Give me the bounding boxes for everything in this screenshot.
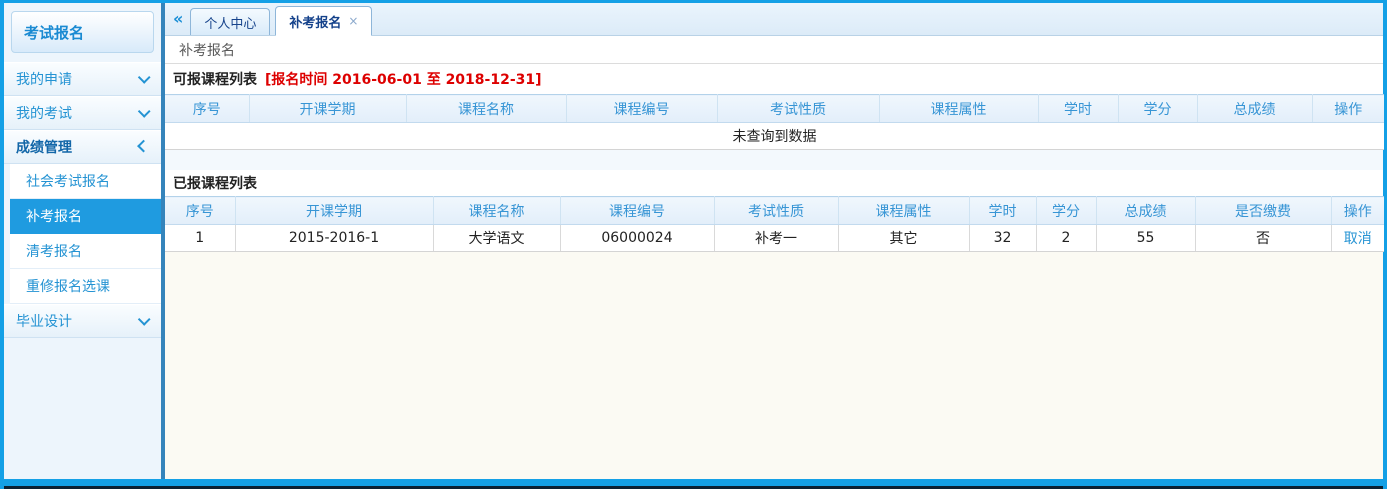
column-header: 学时: [969, 197, 1036, 225]
sidebar-subitem-label: 清考报名: [26, 241, 82, 261]
column-header: 考试性质: [717, 95, 879, 123]
available-courses-section-header: 可报课程列表 [报名时间 2016-06-01 至 2018-12-31]: [165, 64, 1383, 94]
cell-course-name: 大学语文: [433, 225, 560, 252]
sidebar-subitem-label: 重修报名选课: [26, 276, 110, 296]
section-title: 可报课程列表: [173, 69, 257, 89]
table-header-row: 序号 开课学期 课程名称 课程编号 考试性质 课程属性 学时 学分 总成绩 是否…: [165, 197, 1384, 225]
app-window: 考试报名 我的申请 我的考试 成绩管理 社会考试报名 补考报名: [0, 0, 1387, 489]
cell-course-attr: 其它: [838, 225, 969, 252]
cancel-registration-link[interactable]: 取消: [1344, 231, 1372, 247]
column-header: 开课学期: [235, 197, 433, 225]
chevron-down-icon: [138, 313, 151, 326]
page-title-bar: 补考报名: [165, 36, 1383, 64]
section-title: 已报课程列表: [173, 173, 257, 193]
cell-total-score: 55: [1096, 225, 1195, 252]
sidebar-item-my-applications[interactable]: 我的申请: [4, 62, 161, 96]
sidebar-title: 考试报名: [11, 11, 154, 53]
column-header: 学分: [1036, 197, 1096, 225]
column-header: 操作: [1312, 95, 1384, 123]
column-header: 总成绩: [1197, 95, 1312, 123]
sidebar: 考试报名 我的申请 我的考试 成绩管理 社会考试报名 补考报名: [4, 3, 165, 479]
sidebar-item-my-exams[interactable]: 我的考试: [4, 96, 161, 130]
column-header: 课程属性: [838, 197, 969, 225]
sidebar-item-retake-course-selection[interactable]: 重修报名选课: [10, 269, 161, 304]
sidebar-subitem-label: 社会考试报名: [26, 171, 110, 191]
column-header: 开课学期: [249, 95, 406, 123]
sidebar-item-label: 成绩管理: [16, 137, 72, 157]
tab-label: 个人中心: [204, 13, 256, 32]
sidebar-subitem-label: 补考报名: [26, 206, 82, 226]
cell-action: 取消: [1331, 225, 1384, 252]
sidebar-item-social-exam-registration[interactable]: 社会考试报名: [10, 164, 161, 199]
cell-seq: 1: [165, 225, 235, 252]
table-header-row: 序号 开课学期 课程名称 课程编号 考试性质 课程属性 学时 学分 总成绩 操作: [165, 95, 1384, 123]
sidebar-item-clearance-exam-registration[interactable]: 清考报名: [10, 234, 161, 269]
main-panel: « 个人中心 补考报名 × 补考报名 可报课程列表 [报名时间 2016-06-…: [165, 3, 1383, 479]
column-header: 学分: [1118, 95, 1197, 123]
collapse-sidebar-icon[interactable]: «: [173, 11, 183, 27]
column-header: 课程名称: [406, 95, 566, 123]
sidebar-item-label: 我的考试: [16, 103, 72, 123]
column-header: 序号: [165, 197, 235, 225]
chevron-down-icon: [138, 71, 151, 84]
sidebar-item-label: 毕业设计: [16, 311, 72, 331]
sidebar-submenu: 社会考试报名 补考报名 清考报名 重修报名选课: [10, 164, 161, 304]
page-title: 补考报名: [179, 40, 235, 60]
available-courses-table: 序号 开课学期 课程名称 课程编号 考试性质 课程属性 学时 学分 总成绩 操作…: [165, 94, 1384, 150]
registration-time-note: [报名时间 2016-06-01 至 2018-12-31]: [265, 69, 542, 89]
sidebar-item-makeup-exam-registration[interactable]: 补考报名: [10, 199, 161, 234]
column-header: 总成绩: [1096, 197, 1195, 225]
chevron-left-icon: [137, 139, 150, 152]
chevron-down-icon: [138, 105, 151, 118]
bottom-accent-bar: [4, 479, 1383, 486]
cell-credits: 2: [1036, 225, 1096, 252]
content-empty-area: [165, 252, 1383, 479]
column-header: 课程属性: [879, 95, 1038, 123]
table-row: 1 2015-2016-1 大学语文 06000024 补考一 其它 32 2 …: [165, 225, 1384, 252]
sidebar-item-grade-management[interactable]: 成绩管理: [4, 130, 161, 164]
tab-personal-center[interactable]: 个人中心: [190, 8, 270, 35]
cell-term: 2015-2016-1: [235, 225, 433, 252]
app-body: 考试报名 我的申请 我的考试 成绩管理 社会考试报名 补考报名: [4, 3, 1383, 479]
column-header: 课程编号: [566, 95, 717, 123]
tab-bar: « 个人中心 补考报名 ×: [165, 3, 1383, 36]
cell-exam-type: 补考一: [714, 225, 838, 252]
registered-courses-section-header: 已报课程列表: [165, 170, 1383, 196]
no-data-row: 未查询到数据: [165, 123, 1384, 150]
column-header: 考试性质: [714, 197, 838, 225]
cell-course-code: 06000024: [560, 225, 714, 252]
registered-courses-table: 序号 开课学期 课程名称 课程编号 考试性质 课程属性 学时 学分 总成绩 是否…: [165, 196, 1384, 252]
column-header: 课程名称: [433, 197, 560, 225]
column-header: 操作: [1331, 197, 1384, 225]
close-icon[interactable]: ×: [348, 14, 358, 28]
section-gap: [165, 150, 1383, 170]
cell-paid: 否: [1195, 225, 1331, 252]
sidebar-item-label: 我的申请: [16, 69, 72, 89]
column-header: 课程编号: [560, 197, 714, 225]
no-data-message: 未查询到数据: [165, 123, 1384, 150]
tab-makeup-exam-registration[interactable]: 补考报名 ×: [275, 6, 372, 36]
cell-hours: 32: [969, 225, 1036, 252]
column-header: 是否缴费: [1195, 197, 1331, 225]
column-header: 学时: [1038, 95, 1118, 123]
tab-label: 补考报名: [289, 12, 341, 31]
sidebar-item-graduation-design[interactable]: 毕业设计: [4, 304, 161, 338]
sidebar-empty-area: [4, 338, 161, 479]
column-header: 序号: [165, 95, 249, 123]
